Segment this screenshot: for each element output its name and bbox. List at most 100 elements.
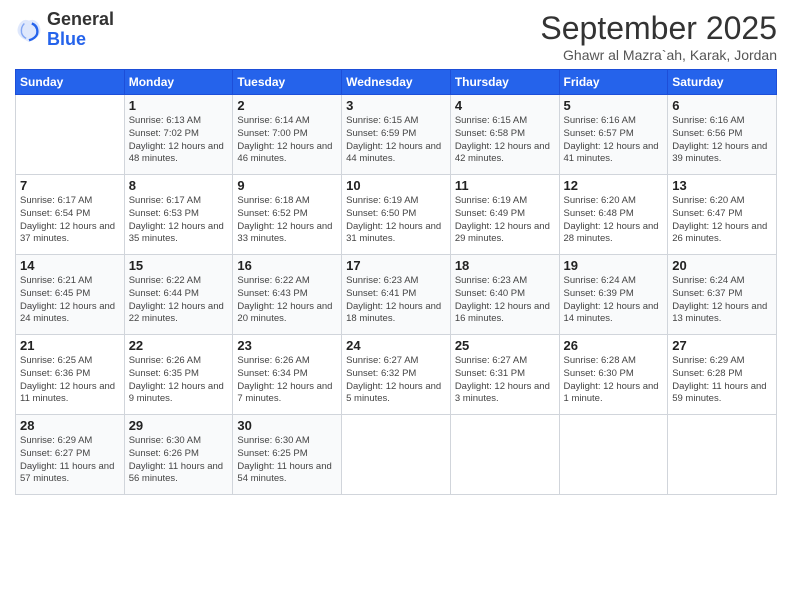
calendar-cell: 6 Sunrise: 6:16 AM Sunset: 6:56 PM Daylig… xyxy=(668,95,777,175)
day-info: Sunrise: 6:23 AM Sunset: 6:41 PM Dayligh… xyxy=(346,275,446,326)
day-info: Sunrise: 6:19 AM Sunset: 6:49 PM Dayligh… xyxy=(455,195,555,246)
calendar-cell xyxy=(342,415,451,495)
day-info: Sunrise: 6:18 AM Sunset: 6:52 PM Dayligh… xyxy=(237,195,337,246)
calendar-cell xyxy=(16,95,125,175)
column-header-tuesday: Tuesday xyxy=(233,70,342,95)
calendar-cell: 24 Sunrise: 6:27 AM Sunset: 6:32 PM Dayli… xyxy=(342,335,451,415)
title-block: September 2025 Ghawr al Mazra`ah, Karak,… xyxy=(540,10,777,63)
day-number: 22 xyxy=(129,338,229,353)
day-info: Sunrise: 6:27 AM Sunset: 6:32 PM Dayligh… xyxy=(346,355,446,406)
calendar-cell: 9 Sunrise: 6:18 AM Sunset: 6:52 PM Daylig… xyxy=(233,175,342,255)
week-row-3: 14 Sunrise: 6:21 AM Sunset: 6:45 PM Dayli… xyxy=(16,255,777,335)
calendar-cell: 13 Sunrise: 6:20 AM Sunset: 6:47 PM Dayli… xyxy=(668,175,777,255)
day-number: 23 xyxy=(237,338,337,353)
column-header-thursday: Thursday xyxy=(450,70,559,95)
day-number: 28 xyxy=(20,418,120,433)
calendar-cell: 30Sunrise: 6:30 AM Sunset: 6:25 PM Dayli… xyxy=(233,415,342,495)
week-row-4: 21 Sunrise: 6:25 AM Sunset: 6:36 PM Dayli… xyxy=(16,335,777,415)
day-number: 15 xyxy=(129,258,229,273)
day-info: Sunrise: 6:24 AM Sunset: 6:39 PM Dayligh… xyxy=(564,275,664,326)
column-header-sunday: Sunday xyxy=(16,70,125,95)
column-header-friday: Friday xyxy=(559,70,668,95)
calendar-cell: 7Sunrise: 6:17 AM Sunset: 6:54 PM Daylig… xyxy=(16,175,125,255)
day-number: 16 xyxy=(237,258,337,273)
calendar-cell: 11 Sunrise: 6:19 AM Sunset: 6:49 PM Dayli… xyxy=(450,175,559,255)
calendar-cell: 18 Sunrise: 6:23 AM Sunset: 6:40 PM Dayli… xyxy=(450,255,559,335)
calendar-cell: 26Sunrise: 6:28 AM Sunset: 6:30 PM Dayli… xyxy=(559,335,668,415)
day-number: 6 xyxy=(672,98,772,113)
calendar-cell: 29 Sunrise: 6:30 AM Sunset: 6:26 PM Dayli… xyxy=(124,415,233,495)
day-info: Sunrise: 6:15 AM Sunset: 6:58 PM Dayligh… xyxy=(455,115,555,166)
day-info: Sunrise: 6:13 AM Sunset: 7:02 PM Dayligh… xyxy=(129,115,229,166)
logo-icon xyxy=(15,16,43,44)
day-info: Sunrise: 6:29 AM Sunset: 6:28 PM Dayligh… xyxy=(672,355,772,406)
day-info: Sunrise: 6:21 AM Sunset: 6:45 PM Dayligh… xyxy=(20,275,120,326)
day-number: 10 xyxy=(346,178,446,193)
day-number: 19 xyxy=(564,258,664,273)
month-title: September 2025 xyxy=(540,10,777,47)
day-number: 1 xyxy=(129,98,229,113)
calendar-cell: 1 Sunrise: 6:13 AM Sunset: 7:02 PM Daylig… xyxy=(124,95,233,175)
day-info: Sunrise: 6:17 AM Sunset: 6:53 PM Dayligh… xyxy=(129,195,229,246)
day-number: 17 xyxy=(346,258,446,273)
header: General Blue September 2025 Ghawr al Maz… xyxy=(15,10,777,63)
day-number: 13 xyxy=(672,178,772,193)
day-info: Sunrise: 6:30 AM Sunset: 6:26 PM Dayligh… xyxy=(129,435,229,486)
day-number: 7 xyxy=(20,178,120,193)
day-number: 2 xyxy=(237,98,337,113)
calendar-cell: 27 Sunrise: 6:29 AM Sunset: 6:28 PM Dayli… xyxy=(668,335,777,415)
calendar-cell: 8 Sunrise: 6:17 AM Sunset: 6:53 PM Daylig… xyxy=(124,175,233,255)
calendar-table: SundayMondayTuesdayWednesdayThursdayFrid… xyxy=(15,69,777,495)
calendar-cell: 3Sunrise: 6:15 AM Sunset: 6:59 PM Daylig… xyxy=(342,95,451,175)
week-row-2: 7Sunrise: 6:17 AM Sunset: 6:54 PM Daylig… xyxy=(16,175,777,255)
calendar-cell: 28 Sunrise: 6:29 AM Sunset: 6:27 PM Dayli… xyxy=(16,415,125,495)
day-number: 27 xyxy=(672,338,772,353)
day-number: 14 xyxy=(20,258,120,273)
day-info: Sunrise: 6:16 AM Sunset: 6:56 PM Dayligh… xyxy=(672,115,772,166)
day-number: 24 xyxy=(346,338,446,353)
day-number: 8 xyxy=(129,178,229,193)
logo: General Blue xyxy=(15,10,114,50)
day-number: 5 xyxy=(564,98,664,113)
day-number: 11 xyxy=(455,178,555,193)
calendar-cell: 17 Sunrise: 6:23 AM Sunset: 6:41 PM Dayli… xyxy=(342,255,451,335)
day-info: Sunrise: 6:25 AM Sunset: 6:36 PM Dayligh… xyxy=(20,355,120,406)
page: General Blue September 2025 Ghawr al Maz… xyxy=(0,0,792,612)
day-info: Sunrise: 6:20 AM Sunset: 6:47 PM Dayligh… xyxy=(672,195,772,246)
calendar-cell: 5 Sunrise: 6:16 AM Sunset: 6:57 PM Daylig… xyxy=(559,95,668,175)
day-number: 30 xyxy=(237,418,337,433)
logo-text: General Blue xyxy=(47,10,114,50)
day-info: Sunrise: 6:26 AM Sunset: 6:34 PM Dayligh… xyxy=(237,355,337,406)
calendar-cell: 2 Sunrise: 6:14 AM Sunset: 7:00 PM Daylig… xyxy=(233,95,342,175)
calendar-cell: 16Sunrise: 6:22 AM Sunset: 6:43 PM Dayli… xyxy=(233,255,342,335)
column-header-wednesday: Wednesday xyxy=(342,70,451,95)
day-number: 29 xyxy=(129,418,229,433)
calendar-cell: 12Sunrise: 6:20 AM Sunset: 6:48 PM Dayli… xyxy=(559,175,668,255)
day-info: Sunrise: 6:19 AM Sunset: 6:50 PM Dayligh… xyxy=(346,195,446,246)
calendar-cell xyxy=(559,415,668,495)
calendar-cell: 25Sunrise: 6:27 AM Sunset: 6:31 PM Dayli… xyxy=(450,335,559,415)
calendar-cell: 14 Sunrise: 6:21 AM Sunset: 6:45 PM Dayli… xyxy=(16,255,125,335)
day-info: Sunrise: 6:23 AM Sunset: 6:40 PM Dayligh… xyxy=(455,275,555,326)
calendar-cell: 23 Sunrise: 6:26 AM Sunset: 6:34 PM Dayli… xyxy=(233,335,342,415)
day-number: 3 xyxy=(346,98,446,113)
calendar-cell: 20Sunrise: 6:24 AM Sunset: 6:37 PM Dayli… xyxy=(668,255,777,335)
day-info: Sunrise: 6:20 AM Sunset: 6:48 PM Dayligh… xyxy=(564,195,664,246)
column-header-monday: Monday xyxy=(124,70,233,95)
calendar-cell: 15Sunrise: 6:22 AM Sunset: 6:44 PM Dayli… xyxy=(124,255,233,335)
day-number: 18 xyxy=(455,258,555,273)
day-info: Sunrise: 6:14 AM Sunset: 7:00 PM Dayligh… xyxy=(237,115,337,166)
day-info: Sunrise: 6:29 AM Sunset: 6:27 PM Dayligh… xyxy=(20,435,120,486)
location-subtitle: Ghawr al Mazra`ah, Karak, Jordan xyxy=(540,47,777,63)
week-row-5: 28 Sunrise: 6:29 AM Sunset: 6:27 PM Dayli… xyxy=(16,415,777,495)
header-row: SundayMondayTuesdayWednesdayThursdayFrid… xyxy=(16,70,777,95)
logo-blue: Blue xyxy=(47,30,114,50)
day-info: Sunrise: 6:27 AM Sunset: 6:31 PM Dayligh… xyxy=(455,355,555,406)
day-number: 21 xyxy=(20,338,120,353)
day-info: Sunrise: 6:16 AM Sunset: 6:57 PM Dayligh… xyxy=(564,115,664,166)
column-header-saturday: Saturday xyxy=(668,70,777,95)
calendar-cell: 19 Sunrise: 6:24 AM Sunset: 6:39 PM Dayli… xyxy=(559,255,668,335)
calendar-cell: 10 Sunrise: 6:19 AM Sunset: 6:50 PM Dayli… xyxy=(342,175,451,255)
day-number: 26 xyxy=(564,338,664,353)
day-number: 9 xyxy=(237,178,337,193)
